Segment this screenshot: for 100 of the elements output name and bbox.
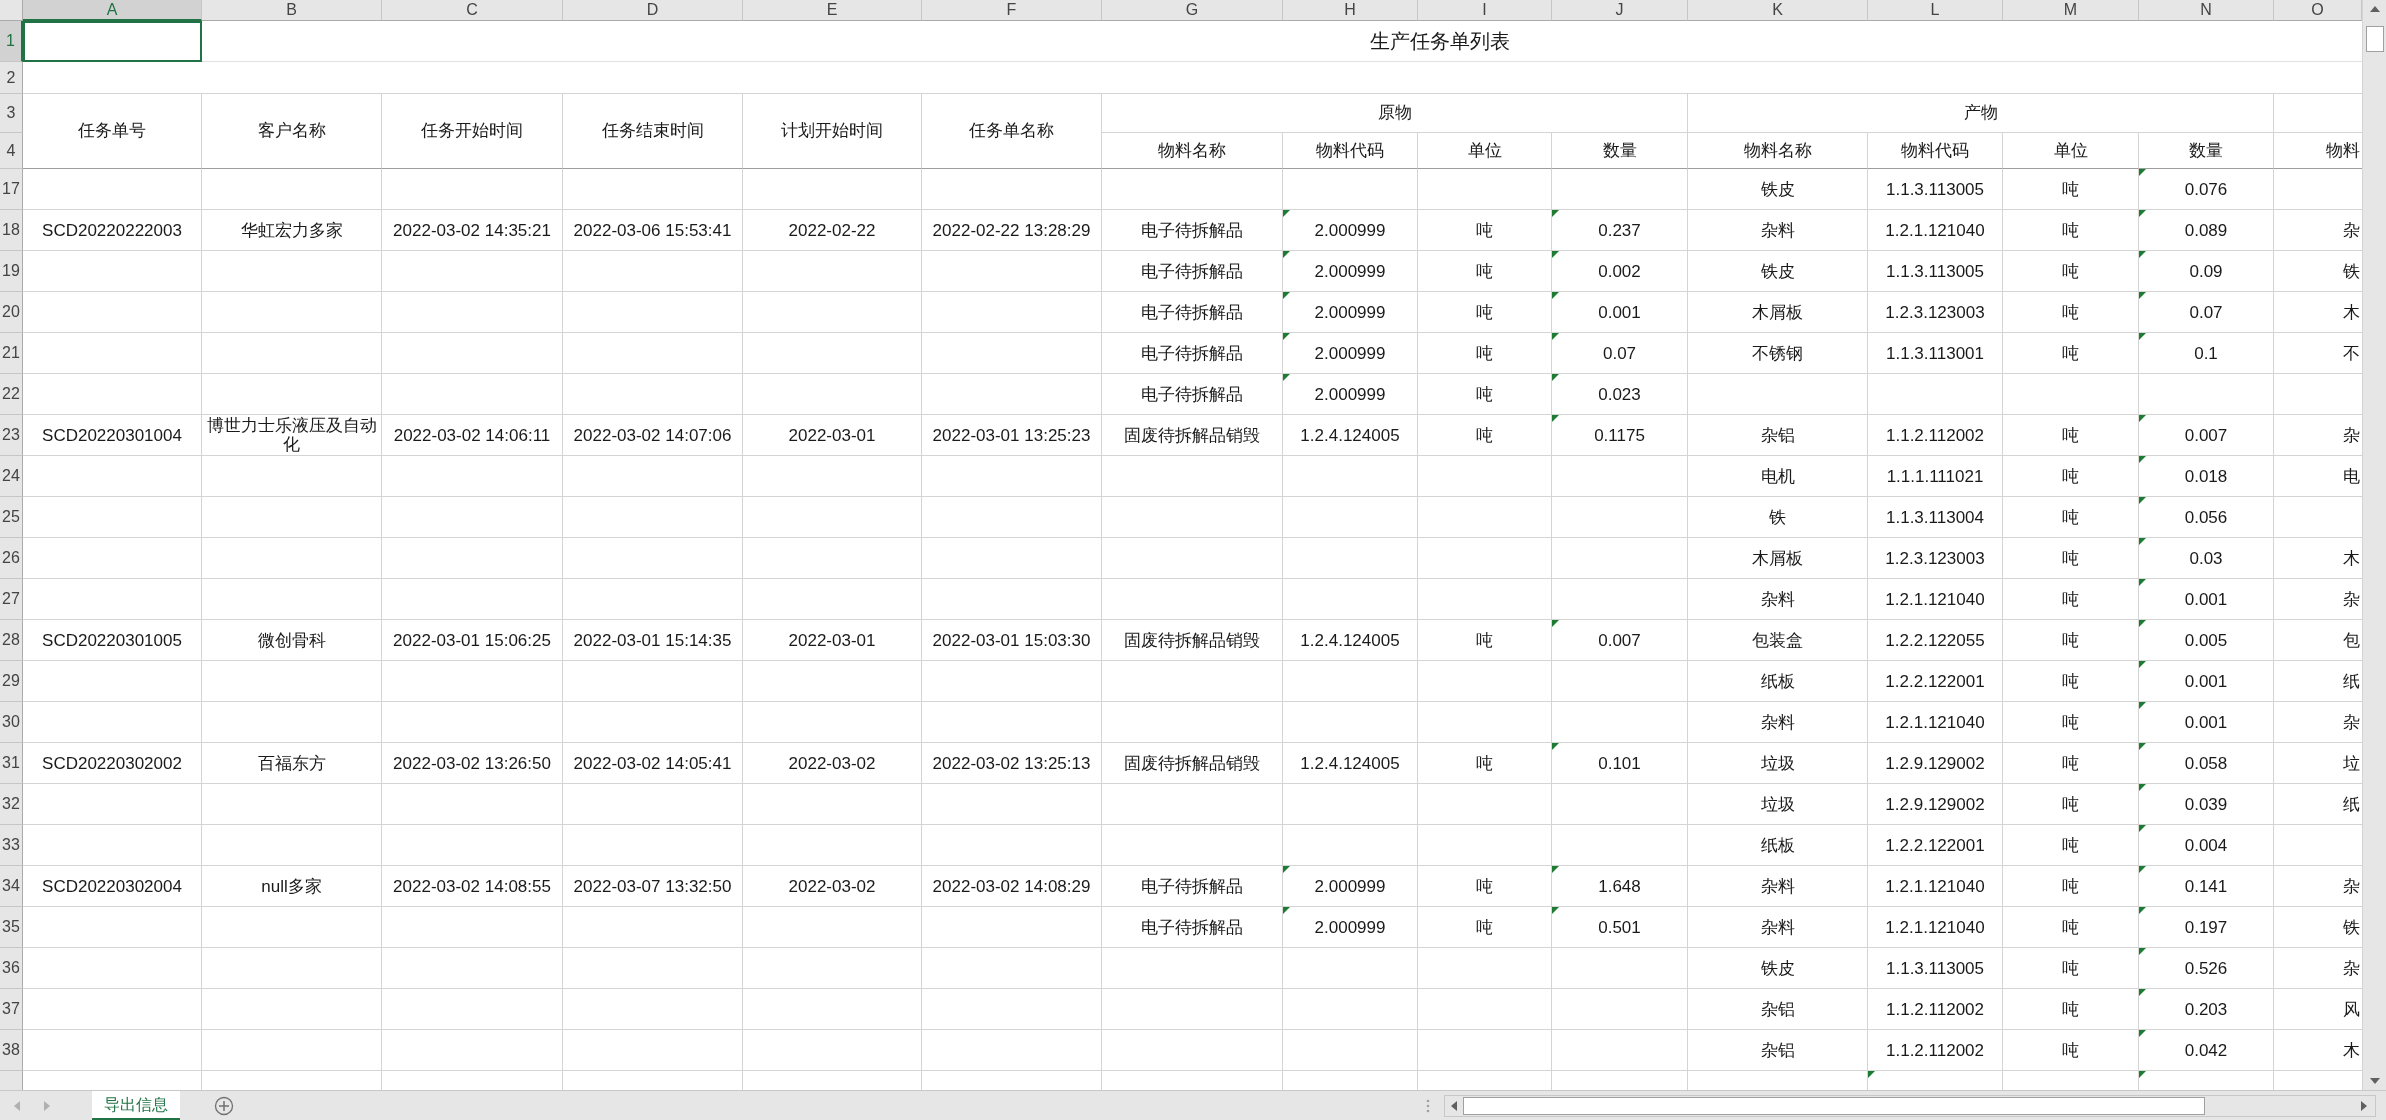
column-header[interactable]: L [1868,0,2003,21]
cell-text: 0.001 [2184,712,2228,732]
column-header[interactable]: K [1688,0,1868,21]
table-cell: 纸板 [1688,661,1868,702]
table-cell: 电子待拆解品 [1102,333,1283,374]
table-cell: 纸板 [1688,825,1868,866]
table-cell: 微创骨科 [202,620,382,661]
table-cell: 吨 [1418,374,1552,415]
table-cell: 铁皮 [1688,169,1868,210]
column-header[interactable]: F [922,0,1102,21]
row-number: 23 [0,415,23,456]
cell-text: 0.203 [2184,999,2228,1019]
table-cell: 杂料 [1688,866,1868,907]
table-cell: 固废待拆解品销毁 [1102,415,1283,456]
row-number: 33 [0,825,23,866]
column-header[interactable]: A [23,0,202,21]
column-header[interactable]: H [1283,0,1418,21]
table-cell: 固废待拆解品销毁 [1102,620,1283,661]
table-cell: 1.2.2.122001 [1868,661,2003,702]
cell-text: 0.101 [1598,753,1641,773]
table-cell: 吨 [2003,497,2139,538]
table-cell: 杂料 [1688,210,1868,251]
table-cell: 2022-03-07 13:32:50 [563,866,743,907]
cell-text: 0.076 [2184,179,2228,199]
cell-text: 0.001 [2184,589,2228,609]
cell-text: 0.007 [1598,630,1641,650]
table-cell: 2022-03-02 14:35:21 [382,210,563,251]
row-number: 32 [0,784,23,825]
table-cell: 吨 [2003,825,2139,866]
row-number: 27 [0,579,23,620]
group-heading: 原物 [1377,102,1412,125]
column-header[interactable]: N [2139,0,2274,21]
table-cell: SCD20220222003 [23,210,202,251]
column-header[interactable]: E [743,0,922,21]
table-cell: null多家 [202,866,382,907]
table-cell: 1.2.1.121040 [1868,866,2003,907]
table-cell: 吨 [2003,702,2139,743]
cell-text: 2.000999 [1314,220,1386,240]
table-cell: 铁 [1688,497,1868,538]
table-cell: SCD20220302004 [23,866,202,907]
row-number: 17 [0,169,23,210]
table-cell: 1.2.2.122055 [1868,620,2003,661]
table-cell: 杂料 [1688,702,1868,743]
table-cell: SCD20220301005 [23,620,202,661]
row-number: 20 [0,292,23,333]
cell-text: 0.1175 [1594,425,1645,445]
column-header[interactable]: O [2274,0,2362,21]
column-heading: 任务开始时间 [421,120,523,143]
table-cell: 1.1.3.113004 [1868,497,2003,538]
column-heading: 物料名称 [1743,139,1812,162]
row-number: 30 [0,702,23,743]
table-cell: 1.2.4.124005 [1283,620,1418,661]
column-header[interactable]: J [1552,0,1688,21]
table-cell: 杂料 [1688,579,1868,620]
table-cell: 2022-03-02 [743,743,922,784]
table-cell: 电子待拆解品 [1102,907,1283,948]
column-header[interactable]: G [1102,0,1283,21]
column-header[interactable]: C [382,0,563,21]
table-cell: 垃圾 [1688,743,1868,784]
table-cell: 1.1.3.113005 [1868,948,2003,989]
table-cell: 1.2.3.123003 [1868,538,2003,579]
cell-text: 0.03 [2189,548,2223,568]
table-cell: 吨 [2003,169,2139,210]
cell-text: 0.089 [2184,220,2228,240]
column-header[interactable]: I [1418,0,1552,21]
table-cell: 吨 [2003,784,2139,825]
table-cell: 吨 [1418,333,1552,374]
table-cell: 吨 [2003,866,2139,907]
table-cell: 2022-03-01 15:14:35 [563,620,743,661]
table-cell: 百福东方 [202,743,382,784]
row-number: 25 [0,497,23,538]
cell-text: 0.004 [2184,835,2228,855]
column-header[interactable]: B [202,0,382,21]
column-header[interactable]: D [563,0,743,21]
table-cell: 1.2.1.121040 [1868,702,2003,743]
row-number: 26 [0,538,23,579]
cell-text: 2.000999 [1314,302,1386,322]
cell-text: 0.001 [1598,302,1641,322]
row-number: 19 [0,251,23,292]
row-number: 29 [0,661,23,702]
table-cell: 2022-03-02 [743,866,922,907]
table-cell: 吨 [2003,948,2139,989]
table-cell: 木屑板 [1688,292,1868,333]
table-cell: 杂料 [1688,907,1868,948]
column-heading: 计划开始时间 [781,120,883,143]
table-cell: 2022-03-02 14:06:11 [382,415,563,456]
sheet-title: 生产任务单列表 [1370,29,1510,54]
table-cell: 2022-02-22 [743,210,922,251]
table-cell: 吨 [2003,579,2139,620]
column-heading: 任务结束时间 [601,120,704,143]
cell-text: 0.023 [1598,384,1641,404]
table-cell: 1.1.2.112002 [1868,1030,2003,1071]
sheet-tab[interactable]: 导出信息 [92,1091,180,1120]
table-cell: 吨 [1418,620,1552,661]
cell-text: 2.000999 [1314,917,1386,937]
cell-text: 0.1 [2194,343,2218,363]
row-number: 1 [0,21,23,62]
cell-text: 0.237 [1598,220,1641,240]
table-cell: 1.1.3.113001 [1868,333,2003,374]
column-header[interactable]: M [2003,0,2139,21]
